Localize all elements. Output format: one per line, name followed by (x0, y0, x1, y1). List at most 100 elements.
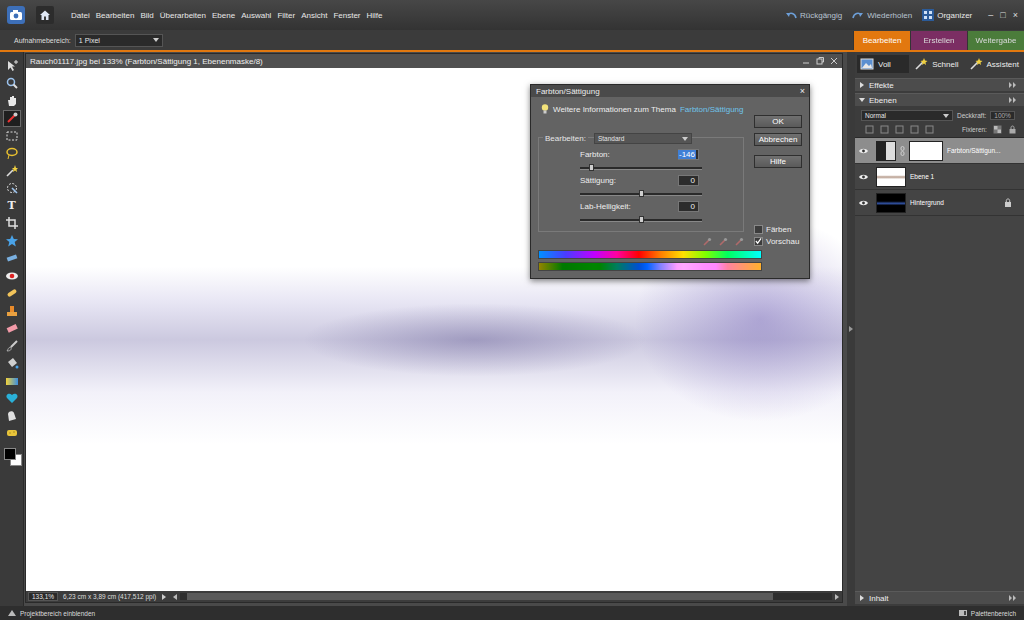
tool-button[interactable] (3, 215, 21, 233)
slider-track[interactable] (580, 219, 702, 222)
layer-action-icon[interactable] (910, 125, 919, 134)
window-control-button[interactable]: □ (1000, 10, 1005, 20)
menu-item[interactable]: Bild (140, 11, 153, 20)
lock-transparency-icon[interactable] (993, 125, 1002, 134)
panel-splitter[interactable] (847, 52, 855, 606)
status-menu-arrow-icon[interactable] (161, 594, 167, 600)
panel-section-header[interactable]: Ebenen (855, 93, 1024, 106)
layer-row[interactable]: Farbton/Sättigun... (855, 138, 1024, 164)
tool-button[interactable] (3, 390, 21, 408)
close-icon[interactable] (830, 57, 838, 65)
eyedropper-icon[interactable] (702, 237, 712, 247)
tool-button[interactable] (3, 337, 21, 355)
tool-button[interactable] (3, 127, 21, 145)
tool-button[interactable] (3, 320, 21, 338)
menu-item[interactable]: Fenster (333, 11, 360, 20)
slider-track[interactable] (580, 193, 702, 196)
layer-action-icon[interactable] (865, 125, 874, 134)
undo-button[interactable]: Rückgängig (785, 10, 842, 20)
tool-button[interactable] (3, 407, 21, 425)
panel-section-header[interactable]: Effekte (855, 78, 1024, 91)
menu-item[interactable]: Überarbeiten (160, 11, 206, 20)
slider-value-field[interactable]: 0 (678, 201, 699, 212)
organizer-button[interactable]: Organizer (922, 9, 972, 21)
dialog-title-bar[interactable]: Farbton/Sättigung × (531, 85, 809, 97)
layer-action-icon[interactable] (880, 125, 889, 134)
color-swatches[interactable] (2, 446, 22, 466)
tool-button[interactable] (3, 232, 21, 250)
mode-tab[interactable]: Erstellen (910, 31, 967, 50)
window-control-button[interactable]: – (988, 10, 993, 20)
tool-button[interactable] (3, 372, 21, 390)
slider-thumb[interactable] (589, 164, 594, 171)
scroll-left-icon[interactable] (172, 594, 178, 600)
home-icon[interactable] (36, 6, 54, 24)
restore-icon[interactable] (816, 57, 824, 65)
lock-all-icon[interactable] (1008, 125, 1017, 134)
menu-item[interactable]: Filter (277, 11, 295, 20)
dialog-close-button[interactable]: × (800, 86, 805, 96)
view-button[interactable]: Assistent (966, 55, 1022, 73)
tool-button[interactable] (3, 302, 21, 320)
panel-section-header[interactable]: Inhalt (855, 591, 1024, 604)
visibility-eye-icon[interactable] (859, 174, 868, 180)
zoom-field[interactable]: 133,1% (28, 592, 58, 601)
tool-button[interactable] (3, 180, 21, 198)
tool-button[interactable] (3, 162, 21, 180)
tool-button[interactable] (3, 92, 21, 110)
menu-item[interactable]: Auswahl (241, 11, 271, 20)
link-icon[interactable] (900, 146, 905, 156)
sample-size-select[interactable]: 1 Pixel (75, 34, 163, 47)
slider-value-field[interactable]: 0 (678, 175, 699, 186)
menu-item[interactable]: Datei (71, 11, 90, 20)
menu-item[interactable]: Hilfe (367, 11, 383, 20)
checkbox[interactable] (754, 237, 763, 246)
menu-item[interactable]: Ansicht (301, 11, 327, 20)
opacity-field[interactable]: 100% (990, 111, 1015, 120)
help-link[interactable]: Farbton/Sättigung (680, 105, 744, 114)
panel-menu-icon[interactable] (1009, 82, 1018, 88)
tool-button[interactable] (3, 145, 21, 163)
document-title-bar[interactable]: Rauch01117.jpg bei 133% (Farbton/Sättigu… (26, 54, 842, 68)
minimize-icon[interactable] (802, 57, 810, 65)
tool-button[interactable]: T (3, 197, 21, 215)
view-button[interactable]: Schnell (911, 55, 963, 73)
menu-item[interactable]: Ebene (212, 11, 235, 20)
edit-range-select[interactable]: Standard (594, 133, 692, 144)
layer-row[interactable]: Hintergrund (855, 190, 1024, 216)
collapse-arrow-icon[interactable] (849, 326, 853, 332)
tool-button[interactable] (3, 285, 21, 303)
panel-menu-icon[interactable] (1009, 97, 1018, 103)
mode-tab[interactable]: Bearbeiten (853, 31, 910, 50)
tool-button[interactable] (3, 425, 21, 443)
redo-button[interactable]: Wiederholen (852, 10, 912, 20)
layer-action-icon[interactable] (925, 125, 934, 134)
menu-item[interactable]: Bearbeiten (96, 11, 135, 20)
window-control-button[interactable]: × (1013, 10, 1018, 20)
camera-logo-icon[interactable] (7, 6, 25, 24)
panel-menu-icon[interactable] (1009, 595, 1018, 601)
eyedropper-icon[interactable] (734, 237, 744, 247)
tool-button[interactable] (3, 75, 21, 93)
palette-bin-button[interactable]: Palettenbereich (959, 610, 1016, 617)
dialog-button[interactable]: Hilfe (754, 155, 802, 168)
layer-row[interactable]: Ebene 1 (855, 164, 1024, 190)
checkbox-row[interactable]: Färben (754, 223, 802, 235)
scroll-right-icon[interactable] (834, 594, 840, 600)
show-project-bin-button[interactable]: Projektbereich einblenden (8, 610, 95, 617)
visibility-eye-icon[interactable] (859, 148, 868, 154)
tool-button[interactable] (3, 110, 21, 128)
mode-tab[interactable]: Weitergabe (967, 31, 1024, 50)
tool-button[interactable] (3, 250, 21, 268)
slider-track[interactable] (580, 167, 702, 170)
visibility-eye-icon[interactable] (859, 200, 868, 206)
checkbox-row[interactable]: Vorschau (754, 235, 802, 247)
view-button[interactable]: Voll (857, 55, 909, 73)
slider-thumb[interactable] (639, 216, 644, 223)
blend-mode-select[interactable]: Normal (861, 110, 953, 121)
dialog-button[interactable]: Abbrechen (754, 133, 802, 146)
horizontal-scrollbar[interactable] (172, 593, 840, 600)
eyedropper-icon[interactable] (718, 237, 728, 247)
slider-thumb[interactable] (639, 190, 644, 197)
tool-button[interactable] (3, 355, 21, 373)
